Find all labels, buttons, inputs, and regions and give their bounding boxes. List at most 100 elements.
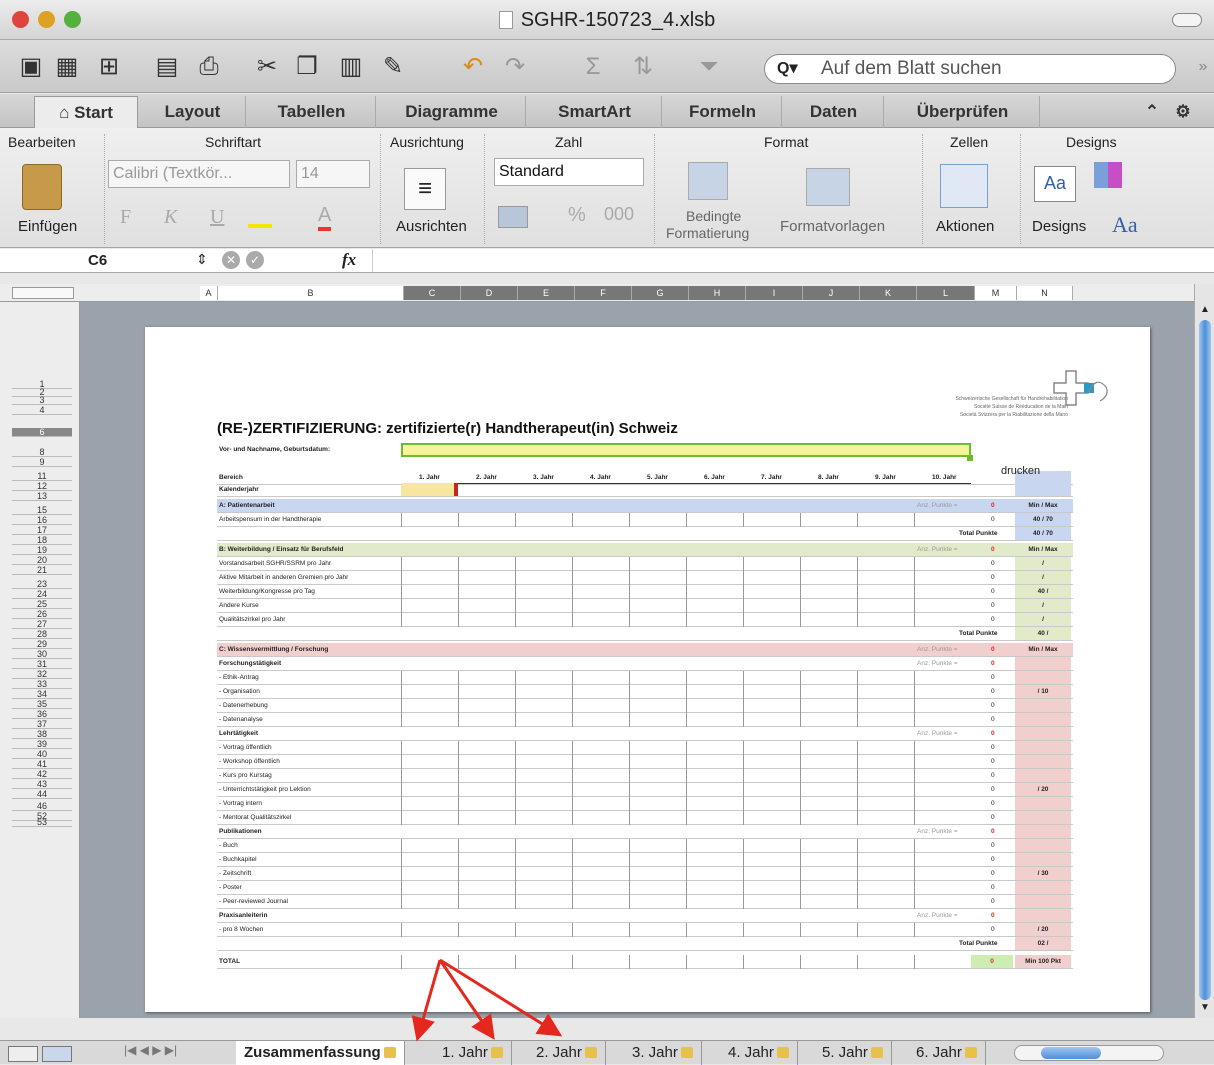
score-cell[interactable] [401,713,458,727]
score-cell[interactable] [401,513,458,527]
score-cell[interactable] [686,923,743,937]
save-icon[interactable]: ▤ [152,52,182,82]
horizontal-scrollbar[interactable] [1014,1045,1164,1061]
score-cell[interactable] [515,699,572,713]
score-cell[interactable] [857,571,914,585]
score-cell[interactable] [686,955,743,969]
score-cell[interactable] [515,599,572,613]
theme-fonts-button[interactable]: Aa [1112,212,1138,238]
score-cell[interactable] [800,867,857,881]
search-input[interactable]: Auf dem Blatt suchen [821,58,1002,79]
score-cell[interactable] [800,923,857,937]
column-header[interactable]: E [518,286,575,300]
tab-tabellen[interactable]: Tabellen [248,96,376,128]
row-header[interactable]: 27 [12,620,72,629]
score-cell[interactable] [914,571,971,585]
score-cell[interactable] [572,797,629,811]
score-cell[interactable] [458,685,515,699]
score-cell[interactable] [914,671,971,685]
score-cell[interactable] [572,853,629,867]
score-cell[interactable] [629,895,686,909]
score-cell[interactable] [515,513,572,527]
row-header[interactable]: 17 [12,526,72,535]
redo-icon[interactable]: ↷ [500,52,530,82]
score-cell[interactable] [458,811,515,825]
score-cell[interactable] [914,755,971,769]
column-header[interactable]: M [975,286,1017,300]
score-cell[interactable] [629,613,686,627]
score-cell[interactable] [401,895,458,909]
tab-smartart[interactable]: SmartArt [528,96,662,128]
score-cell[interactable] [629,853,686,867]
score-cell[interactable] [629,923,686,937]
score-cell[interactable] [743,853,800,867]
row-header[interactable]: 38 [12,730,72,739]
score-cell[interactable] [401,585,458,599]
sheet-tab-jahr-6[interactable]: 6. Jahr [908,1041,986,1065]
score-cell[interactable] [458,585,515,599]
row-header[interactable]: 24 [12,590,72,599]
score-cell[interactable] [686,613,743,627]
gear-icon[interactable]: ⚙ [1168,96,1198,128]
score-cell[interactable] [629,671,686,685]
score-cell[interactable] [458,783,515,797]
score-cell[interactable] [401,839,458,853]
paste-button[interactable]: Einfügen [18,218,77,235]
score-cell[interactable] [800,783,857,797]
score-cell[interactable] [572,685,629,699]
score-cell[interactable] [401,557,458,571]
score-cell[interactable] [629,585,686,599]
tab-ueberpruefen[interactable]: Überprüfen [886,96,1040,128]
score-cell[interactable] [629,741,686,755]
score-cell[interactable] [914,513,971,527]
score-cell[interactable] [686,685,743,699]
font-family-select[interactable]: Calibri (Textkör... [108,160,290,188]
score-cell[interactable] [458,741,515,755]
designs-button[interactable]: Designs [1032,218,1086,235]
score-cell[interactable] [515,923,572,937]
row-header[interactable]: 41 [12,760,72,769]
score-cell[interactable] [914,713,971,727]
gallery-icon[interactable]: ▦ [52,52,82,82]
score-cell[interactable] [515,571,572,585]
format-painter-icon[interactable]: ✎ [378,52,408,82]
formula-input[interactable] [372,249,1194,272]
row-header[interactable]: 31 [12,660,72,669]
align-button[interactable]: Ausrichten [396,218,467,235]
score-cell[interactable] [515,713,572,727]
score-cell[interactable] [572,671,629,685]
score-cell[interactable] [857,685,914,699]
score-cell[interactable] [914,685,971,699]
bold-button[interactable]: F [120,206,131,229]
score-cell[interactable] [458,955,515,969]
score-cell[interactable] [857,955,914,969]
score-cell[interactable] [515,955,572,969]
horizontal-scroll-thumb[interactable] [1041,1047,1101,1059]
column-header[interactable]: I [746,286,803,300]
sheet-tab-jahr-5[interactable]: 5. Jahr [814,1041,892,1065]
score-cell[interactable] [914,613,971,627]
score-cell[interactable] [401,881,458,895]
row-header[interactable]: 13 [12,492,72,501]
score-cell[interactable] [572,755,629,769]
score-cell[interactable] [458,839,515,853]
score-cell[interactable] [800,811,857,825]
score-cell[interactable] [743,571,800,585]
score-cell[interactable] [515,685,572,699]
score-cell[interactable] [743,895,800,909]
score-cell[interactable] [629,769,686,783]
score-cell[interactable] [458,513,515,527]
score-cell[interactable] [743,585,800,599]
score-cell[interactable] [572,895,629,909]
score-cell[interactable] [401,671,458,685]
row-header[interactable]: 15 [12,506,72,515]
conditional-format-label-1[interactable]: Bedingte [686,208,741,224]
score-cell[interactable] [686,755,743,769]
score-cell[interactable] [800,685,857,699]
sheet-tab-zusammenfassung[interactable]: Zusammenfassung [236,1041,405,1065]
tab-start[interactable]: ⌂ Start [34,96,138,128]
scroll-thumb[interactable] [1199,320,1211,1000]
print-icon[interactable]: ⎙ [194,52,224,82]
score-cell[interactable] [401,797,458,811]
score-cell[interactable] [401,783,458,797]
